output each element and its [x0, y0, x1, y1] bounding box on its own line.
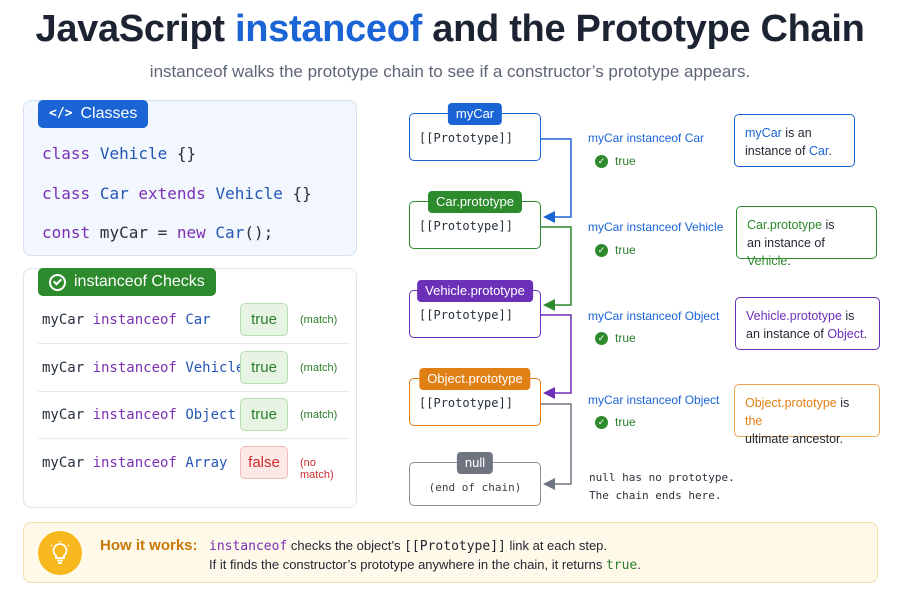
chain-check-result: ✓ true — [595, 331, 636, 345]
node-prototype-slot: [[Prototype]] — [419, 396, 513, 410]
null-note-line-2: The chain ends here. — [589, 489, 722, 502]
chain-check-result: ✓ true — [595, 415, 636, 429]
how-it-works-line-2: If it finds the constructor’s prototype … — [209, 557, 641, 573]
chain-node-car-prototype: Car.prototype [[Prototype]] — [409, 191, 541, 249]
chain-check-result: ✓ true — [595, 243, 636, 257]
info-box-vehicle-prototype: Vehicle.prototype is an instance of Obje… — [735, 297, 880, 350]
info-box-mycar: myCar is an instance of Car. — [734, 114, 855, 167]
end-of-chain-text: (end of chain) — [428, 481, 522, 494]
check-icon: ✓ — [595, 154, 608, 168]
node-prototype-slot: [[Prototype]] — [419, 131, 513, 145]
node-prototype-slot: [[Prototype]] — [419, 308, 513, 322]
lightbulb-icon — [38, 531, 82, 575]
chain-node-object-prototype: Object.prototype [[Prototype]] — [409, 368, 541, 426]
info-box-car-prototype: Car.prototype is an instance of Vehicle. — [736, 206, 877, 268]
chain-node-vehicle-prototype: Vehicle.prototype [[Prototype]] — [409, 280, 541, 338]
how-it-works-line-1: instanceof checks the object’s [[Prototy… — [209, 538, 608, 554]
how-it-works-banner: How it works: instanceof checks the obje… — [23, 522, 878, 583]
null-note-line-1: null has no prototype. — [589, 471, 735, 484]
node-label: Object.prototype — [419, 368, 531, 390]
chain-node-null: null (end of chain) — [409, 452, 541, 506]
check-icon: ✓ — [595, 243, 608, 257]
chain-node-mycar: myCar [[Prototype]] — [409, 103, 541, 161]
check-icon: ✓ — [595, 331, 608, 345]
info-box-object-prototype: Object.prototype is the ultimate ancesto… — [734, 384, 880, 446]
node-label: null — [456, 452, 494, 474]
chain-check-expression: myCar instanceof Car — [588, 131, 705, 145]
check-icon: ✓ — [595, 415, 608, 429]
node-prototype-slot: [[Prototype]] — [419, 219, 513, 233]
chain-check-result: ✓ true — [595, 154, 636, 168]
node-label: Car.prototype — [427, 191, 523, 213]
node-label: myCar — [447, 103, 503, 125]
chain-check-expression: myCar instanceof Vehicle — [588, 220, 724, 234]
how-it-works-label: How it works: — [100, 537, 198, 554]
chain-check-expression: myCar instanceof Object — [588, 309, 720, 323]
node-label: Vehicle.prototype — [417, 280, 533, 302]
chain-check-expression: myCar instanceof Object — [588, 393, 720, 407]
